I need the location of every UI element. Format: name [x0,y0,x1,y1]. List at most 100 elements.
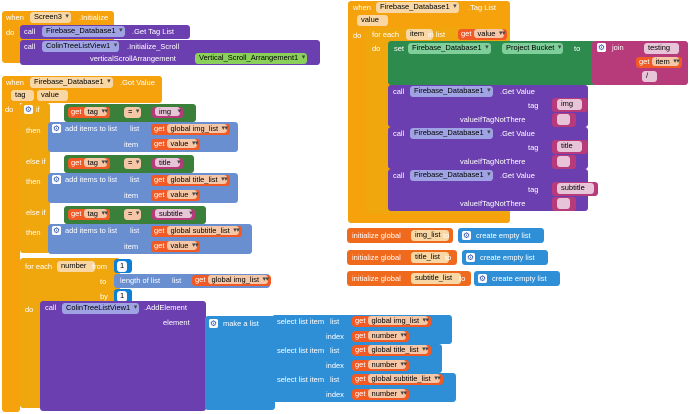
create-list-gear-icon[interactable]: ⚙ [462,231,471,240]
create-list-gear-icon[interactable]: ⚙ [466,253,475,262]
firebase-component-dropdown[interactable]: Firebase_Database1 [410,128,493,139]
join-text-slash[interactable]: / [642,71,658,82]
make-a-list-block[interactable]: ⚙ make a list [205,316,275,410]
project-bucket-dropdown[interactable]: Project Bucket [502,43,564,54]
equals-operator-dropdown[interactable]: = [124,209,142,220]
get-tag-getter[interactable]: get tag [68,107,110,118]
get-global-title-list[interactable]: get global title_list [352,345,431,356]
text-subtitle-block[interactable]: subtitle [552,182,598,196]
join-gear-icon[interactable]: ⚙ [597,43,606,52]
from-value[interactable]: 1 [117,261,128,272]
text-img-block[interactable]: img [552,98,588,112]
compare-tag-title-block[interactable]: get tag = title [64,155,194,173]
firebase-component-dropdown[interactable]: Firebase_Database1 [42,26,125,37]
select-list-item-subtitle-block[interactable]: select list item list get global subtitl… [272,373,456,402]
text-img-value[interactable]: img [557,99,583,110]
got-value-event-header[interactable]: when Firebase_Database1 .Got Value tag v… [2,76,162,103]
listview-component-dropdown[interactable]: ColinTreeListView1 [42,41,120,52]
get-value-getter[interactable]: get value [458,29,508,40]
add-items-gear-icon[interactable]: ⚙ [52,124,61,133]
compare-tag-subtitle-block[interactable]: get tag = subtitle [64,206,206,224]
text-empty-value[interactable] [557,114,570,125]
text-img-literal[interactable]: img [152,107,184,118]
value-var-dropdown[interactable]: value [166,190,198,199]
get-value-getter[interactable]: get value [151,241,201,252]
add-items-subtitle-block[interactable]: ⚙ add items to list list get global subt… [48,224,252,254]
screen-component-dropdown[interactable]: Screen3 [30,12,71,23]
get-global-subtitle-list[interactable]: get global subtitle_list [151,226,242,237]
param-value[interactable]: value [357,15,388,26]
add-items-title-block[interactable]: ⚙ add items to list list get global titl… [48,173,238,203]
get-global-title-list[interactable]: get global title_list [151,175,230,186]
listview-component-dropdown[interactable]: ColinTreeListView1 [62,303,140,314]
select-list-item-img-block[interactable]: select list item list get global img_lis… [272,315,452,344]
testing-value[interactable]: testing [648,43,670,52]
set-component-dropdown[interactable]: Firebase_Database1 [408,43,491,54]
text-empty-value[interactable] [557,156,570,167]
create-empty-list-block-1[interactable]: ⚙ create empty list [458,228,544,243]
text-title-block[interactable]: title [552,140,588,154]
create-list-gear-icon[interactable]: ⚙ [478,274,487,283]
add-items-gear-icon[interactable]: ⚙ [52,175,61,184]
text-empty-value[interactable] [557,198,570,209]
text-empty-block-1[interactable] [552,113,576,127]
img-list-var-dropdown[interactable]: global img_list [166,124,228,133]
get-global-img-list[interactable]: get global img_list [151,124,231,135]
value-var-dropdown[interactable]: value [166,139,198,148]
make-list-gear-icon[interactable]: ⚙ [209,319,218,328]
global-name-subtitle-list[interactable]: subtitle_list [411,273,462,284]
value-var-dropdown[interactable]: value [166,241,198,250]
get-global-img-list[interactable]: get global img_list [192,275,272,286]
set-project-bucket-block[interactable]: set Firebase_Database1 Project Bucket to [388,41,596,85]
get-global-subtitle-list[interactable]: get global subtitle_list [352,374,443,385]
create-empty-list-block-2[interactable]: ⚙ create empty list [462,250,548,265]
subtitle-list-var-dropdown[interactable]: global subtitle_list [166,226,239,235]
img-list-var-dropdown[interactable]: global img_list [367,316,429,325]
number-var[interactable]: number [57,261,96,272]
get-number-getter[interactable]: get number [352,360,409,371]
subtitle-list-var-dropdown[interactable]: global subtitle_list [367,374,440,383]
text-empty-block-3[interactable] [552,197,576,211]
equals-operator-dropdown[interactable]: = [124,107,142,118]
call-initialize-scroll-block[interactable]: call ColinTreeListView1 .Initialize_Scro… [20,40,320,65]
firebase-component-dropdown[interactable]: Firebase_Database1 [410,86,493,97]
call-get-tag-list-block[interactable]: call Firebase_Database1 .Get Tag List [20,25,190,39]
tag-var-dropdown[interactable]: tag [83,209,107,218]
get-number-getter[interactable]: get number [352,331,409,342]
firebase-component-dropdown[interactable]: Firebase_Database1 [410,170,493,181]
from-number-block[interactable]: 1 [114,259,132,273]
title-list-var-dropdown[interactable]: global title_list [166,175,227,184]
get-item-getter[interactable]: get item [636,57,682,68]
tag-var-dropdown[interactable]: tag [83,158,107,167]
text-title-value[interactable]: title [557,141,582,152]
img-list-var-dropdown[interactable]: global img_list [207,275,269,284]
compare-tag-img-block[interactable]: get tag = img [64,104,196,122]
vertical-scroll-arrangement-value[interactable]: Vertical_Scroll_Arrangement1 [195,53,308,64]
text-subtitle-value[interactable]: subtitle [155,209,192,218]
add-items-img-block[interactable]: ⚙ add items to list list get global img_… [48,122,238,152]
text-title-literal[interactable]: title [152,158,183,169]
firebase-component-dropdown[interactable]: Firebase_Database1 [376,2,459,13]
number-var-dropdown[interactable]: number [367,360,406,369]
global-name-title-list[interactable]: title_list [411,252,450,263]
equals-operator-dropdown[interactable]: = [124,158,142,169]
initialize-global-img-list-block[interactable]: initialize global img_list to [347,228,453,243]
number-var-dropdown[interactable]: number [367,389,406,398]
get-global-img-list[interactable]: get global img_list [352,316,432,327]
text-empty-block-2[interactable] [552,155,576,169]
item-var-dropdown[interactable]: item [651,57,679,66]
firebase-component-dropdown[interactable]: Firebase_Database1 [30,77,113,88]
if-gear-icon[interactable]: ⚙ [24,105,33,114]
get-tag-getter[interactable]: get tag [68,158,110,169]
text-img-value[interactable]: img [155,107,181,116]
text-title-value[interactable]: title [155,158,180,167]
get-value-getter[interactable]: get value [151,139,201,150]
title-list-var-dropdown[interactable]: global title_list [367,345,428,354]
got-value-event-block[interactable] [2,76,20,412]
initialize-global-title-list-block[interactable]: initialize global title_list to [347,250,457,265]
text-subtitle-literal[interactable]: subtitle [152,209,195,220]
add-items-gear-icon[interactable]: ⚙ [52,226,61,235]
call-add-element-block[interactable]: call ColinTreeListView1 .AddElement elem… [40,301,206,411]
get-tag-getter[interactable]: get tag [68,209,110,220]
value-var-dropdown[interactable]: value [473,29,505,38]
